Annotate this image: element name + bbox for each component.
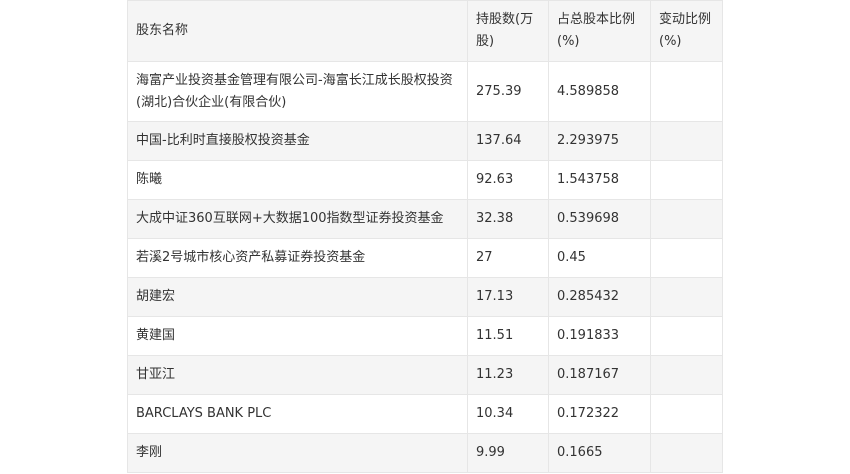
cell-change-ratio <box>650 277 723 317</box>
header-shareholder-name: 股东名称 <box>127 0 468 62</box>
cell-change-ratio <box>650 316 723 356</box>
cell-shares-held: 10.34 <box>467 394 549 434</box>
table-row: BARCLAYS BANK PLC 10.34 0.172322 <box>127 394 723 434</box>
cell-shareholder-name: 海富产业投资基金管理有限公司-海富长江成长股权投资(湖北)合伙企业(有限合伙) <box>127 61 468 122</box>
cell-shares-held: 137.64 <box>467 121 549 161</box>
cell-shareholder-name: 中国-比利时直接股权投资基金 <box>127 121 468 161</box>
cell-share-ratio: 0.172322 <box>548 394 651 434</box>
cell-shares-held: 92.63 <box>467 160 549 200</box>
cell-share-ratio: 1.543758 <box>548 160 651 200</box>
cell-change-ratio <box>650 355 723 395</box>
cell-shareholder-name: 陈曦 <box>127 160 468 200</box>
cell-change-ratio <box>650 238 723 278</box>
cell-change-ratio <box>650 394 723 434</box>
cell-shares-held: 9.99 <box>467 433 549 473</box>
cell-change-ratio <box>650 160 723 200</box>
cell-shareholder-name: 李刚 <box>127 433 468 473</box>
cell-share-ratio: 0.191833 <box>548 316 651 356</box>
cell-share-ratio: 0.1665 <box>548 433 651 473</box>
table-row: 胡建宏 17.13 0.285432 <box>127 277 723 317</box>
cell-shares-held: 11.51 <box>467 316 549 356</box>
cell-shares-held: 275.39 <box>467 61 549 122</box>
header-shares-held: 持股数(万股) <box>467 0 549 62</box>
cell-shareholder-name: BARCLAYS BANK PLC <box>127 394 468 434</box>
cell-shareholder-name: 大成中证360互联网+大数据100指数型证券投资基金 <box>127 199 468 239</box>
shareholder-table: 股东名称 持股数(万股) 占总股本比例(%) 变动比例(%) 海富产业投资基金管… <box>127 0 723 473</box>
table-row: 大成中证360互联网+大数据100指数型证券投资基金 32.38 0.53969… <box>127 199 723 239</box>
cell-shares-held: 17.13 <box>467 277 549 317</box>
cell-share-ratio: 0.45 <box>548 238 651 278</box>
cell-share-ratio: 2.293975 <box>548 121 651 161</box>
cell-shareholder-name: 若溪2号城市核心资产私募证券投资基金 <box>127 238 468 278</box>
cell-share-ratio: 0.539698 <box>548 199 651 239</box>
cell-shareholder-name: 黄建国 <box>127 316 468 356</box>
cell-shares-held: 11.23 <box>467 355 549 395</box>
table-row: 陈曦 92.63 1.543758 <box>127 160 723 200</box>
cell-shareholder-name: 胡建宏 <box>127 277 468 317</box>
table-row: 中国-比利时直接股权投资基金 137.64 2.293975 <box>127 121 723 161</box>
cell-share-ratio: 4.589858 <box>548 61 651 122</box>
cell-share-ratio: 0.285432 <box>548 277 651 317</box>
cell-change-ratio <box>650 61 723 122</box>
table-header-row: 股东名称 持股数(万股) 占总股本比例(%) 变动比例(%) <box>127 0 723 62</box>
table-row: 李刚 9.99 0.1665 <box>127 433 723 473</box>
header-share-ratio: 占总股本比例(%) <box>548 0 651 62</box>
table-row: 若溪2号城市核心资产私募证券投资基金 27 0.45 <box>127 238 723 278</box>
header-change-ratio: 变动比例(%) <box>650 0 723 62</box>
cell-share-ratio: 0.187167 <box>548 355 651 395</box>
table-row: 黄建国 11.51 0.191833 <box>127 316 723 356</box>
shareholder-table-container: 股东名称 持股数(万股) 占总股本比例(%) 变动比例(%) 海富产业投资基金管… <box>127 0 723 473</box>
table-row: 甘亚江 11.23 0.187167 <box>127 355 723 395</box>
cell-shares-held: 27 <box>467 238 549 278</box>
cell-shares-held: 32.38 <box>467 199 549 239</box>
cell-change-ratio <box>650 199 723 239</box>
cell-change-ratio <box>650 433 723 473</box>
table-row: 海富产业投资基金管理有限公司-海富长江成长股权投资(湖北)合伙企业(有限合伙) … <box>127 61 723 122</box>
cell-shareholder-name: 甘亚江 <box>127 355 468 395</box>
cell-change-ratio <box>650 121 723 161</box>
